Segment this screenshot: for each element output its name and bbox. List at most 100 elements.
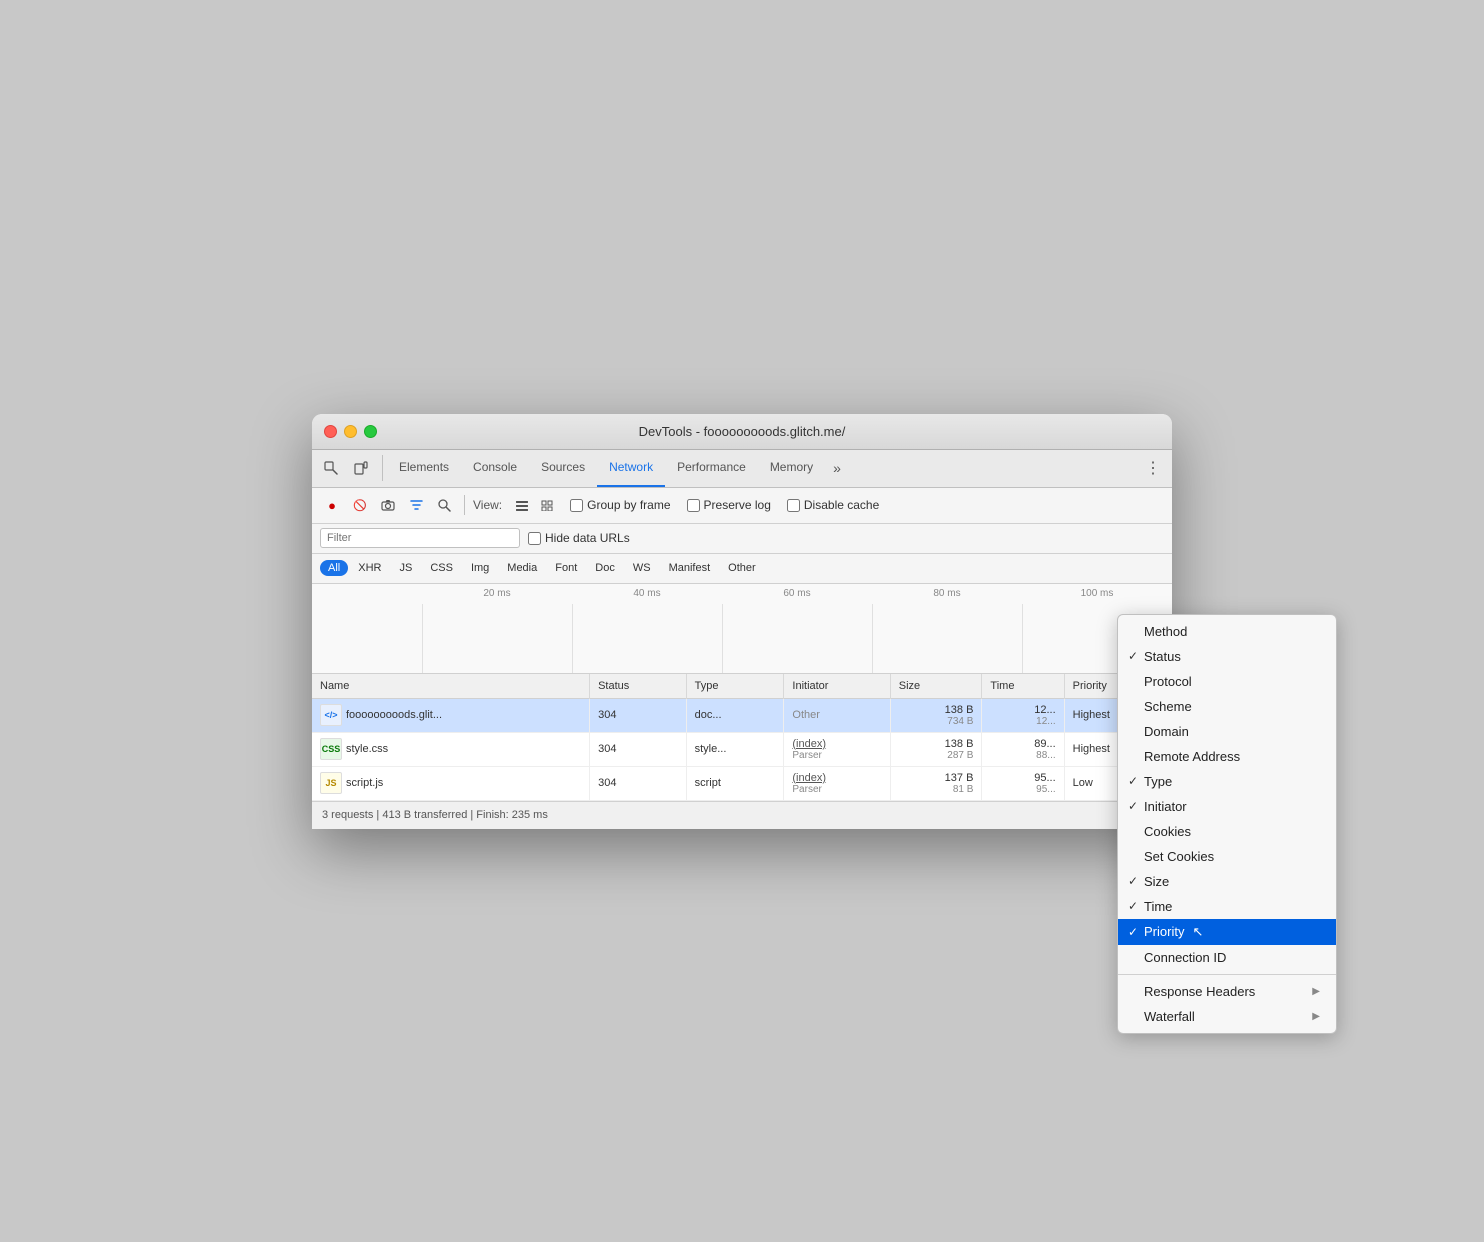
- record-button[interactable]: ●: [320, 493, 344, 517]
- menu-item-label: Method: [1144, 624, 1187, 639]
- inspect-icon[interactable]: [318, 455, 344, 481]
- tab-bar: Elements Console Sources Network Perform…: [312, 450, 1172, 488]
- menu-item-label: Protocol: [1144, 674, 1192, 689]
- menu-item-type[interactable]: ✓Type: [1118, 769, 1336, 794]
- camera-button[interactable]: [376, 493, 400, 517]
- tab-sources[interactable]: Sources: [529, 449, 597, 487]
- gridline-0: [422, 604, 572, 673]
- table-row[interactable]: JSscript.js304script(index)Parser137 B81…: [312, 766, 1172, 800]
- context-menu: Method✓StatusProtocolSchemeDomainRemote …: [1117, 614, 1337, 1034]
- clear-button[interactable]: 🚫: [348, 493, 372, 517]
- tab-elements[interactable]: Elements: [387, 449, 461, 487]
- type-filter-manifest[interactable]: Manifest: [661, 560, 719, 576]
- time-line1: 95...: [1034, 772, 1055, 784]
- time-line2: 12...: [1036, 716, 1055, 727]
- group-by-frame-option[interactable]: Group by frame: [570, 498, 670, 512]
- cursor-icon: ↖: [1192, 924, 1203, 940]
- col-size[interactable]: Size: [890, 674, 982, 699]
- type-filter-media[interactable]: Media: [499, 560, 545, 576]
- row-name-text: script.js: [346, 777, 383, 789]
- tab-memory[interactable]: Memory: [758, 449, 825, 487]
- menu-item-check: ✓: [1128, 899, 1144, 913]
- size-line2: 734 B: [947, 716, 973, 727]
- menu-item-priority[interactable]: ✓Priority↖: [1118, 919, 1336, 945]
- tab-console[interactable]: Console: [461, 449, 529, 487]
- row-name-text: style.css: [346, 743, 388, 755]
- menu-item-label: Connection ID: [1144, 950, 1226, 965]
- gridline-3: [872, 604, 1022, 673]
- tab-overflow[interactable]: »: [825, 460, 849, 476]
- devtools-window: DevTools - fooooooooods.glitch.me/ Eleme…: [312, 414, 1172, 829]
- type-filter-doc[interactable]: Doc: [587, 560, 623, 576]
- submenu-arrow-icon: ▶: [1312, 1011, 1320, 1022]
- type-filter-js[interactable]: JS: [391, 560, 420, 576]
- view-label: View:: [473, 498, 502, 512]
- type-filter-ws[interactable]: WS: [625, 560, 659, 576]
- menu-item-remote-address[interactable]: Remote Address: [1118, 744, 1336, 769]
- type-filter-other[interactable]: Other: [720, 560, 764, 576]
- preserve-log-checkbox[interactable]: [687, 499, 700, 512]
- timeline-bar: 20 ms 40 ms 60 ms 80 ms 100 ms: [312, 584, 1172, 674]
- disable-cache-checkbox[interactable]: [787, 499, 800, 512]
- type-filter-font[interactable]: Font: [547, 560, 585, 576]
- filter-input[interactable]: [320, 528, 520, 548]
- menu-item-label: Domain: [1144, 724, 1189, 739]
- menu-item-protocol[interactable]: Protocol: [1118, 669, 1336, 694]
- type-filter-img[interactable]: Img: [463, 560, 497, 576]
- hide-data-urls-checkbox[interactable]: [528, 532, 541, 545]
- detail-view-button[interactable]: [536, 493, 560, 517]
- time-line2: 88...: [1036, 750, 1055, 761]
- type-filter-css[interactable]: CSS: [422, 560, 461, 576]
- type-filter-xhr[interactable]: XHR: [350, 560, 389, 576]
- menu-item-time[interactable]: ✓Time: [1118, 894, 1336, 919]
- timeline-marker-1: 40 ms: [572, 588, 722, 599]
- network-table: Name Status Type Initiator Size Time Pri…: [312, 674, 1172, 801]
- menu-item-waterfall[interactable]: Waterfall▶: [1118, 1004, 1336, 1029]
- window-title: DevTools - fooooooooods.glitch.me/: [639, 424, 846, 439]
- timeline-marker-4: 100 ms: [1022, 588, 1172, 599]
- col-initiator[interactable]: Initiator: [784, 674, 890, 699]
- hide-data-urls-option[interactable]: Hide data URLs: [528, 531, 630, 545]
- preserve-log-option[interactable]: Preserve log: [687, 498, 771, 512]
- status-text: 3 requests | 413 B transferred | Finish:…: [322, 809, 548, 821]
- menu-item-method[interactable]: Method: [1118, 619, 1336, 644]
- cell-status: 304: [590, 766, 687, 800]
- minimize-button[interactable]: [344, 425, 357, 438]
- col-type[interactable]: Type: [686, 674, 784, 699]
- device-icon[interactable]: [348, 455, 374, 481]
- list-view-button[interactable]: [510, 493, 534, 517]
- initiator-link[interactable]: (index): [792, 738, 826, 750]
- cell-type: style...: [686, 732, 784, 766]
- menu-item-label: Status: [1144, 649, 1181, 664]
- menu-item-cookies[interactable]: Cookies: [1118, 819, 1336, 844]
- col-status[interactable]: Status: [590, 674, 687, 699]
- col-name[interactable]: Name: [312, 674, 590, 699]
- menu-item-connection-id[interactable]: Connection ID: [1118, 945, 1336, 970]
- menu-item-set-cookies[interactable]: Set Cookies: [1118, 844, 1336, 869]
- menu-item-size[interactable]: ✓Size: [1118, 869, 1336, 894]
- tab-more-icon[interactable]: ⋮: [1140, 455, 1166, 481]
- menu-item-initiator[interactable]: ✓Initiator: [1118, 794, 1336, 819]
- close-button[interactable]: [324, 425, 337, 438]
- menu-item-domain[interactable]: Domain: [1118, 719, 1336, 744]
- disable-cache-option[interactable]: Disable cache: [787, 498, 879, 512]
- menu-item-check: ✓: [1128, 799, 1144, 813]
- initiator-link[interactable]: (index): [792, 772, 826, 784]
- timeline-gridlines: [422, 604, 1172, 673]
- tab-performance[interactable]: Performance: [665, 449, 758, 487]
- maximize-button[interactable]: [364, 425, 377, 438]
- menu-item-scheme[interactable]: Scheme: [1118, 694, 1336, 719]
- size-line2: 81 B: [953, 784, 974, 795]
- menu-item-status[interactable]: ✓Status: [1118, 644, 1336, 669]
- type-filter-all[interactable]: All: [320, 560, 348, 576]
- menu-item-response-headers[interactable]: Response Headers▶: [1118, 979, 1336, 1004]
- filter-button[interactable]: [404, 493, 428, 517]
- tab-network[interactable]: Network: [597, 449, 665, 487]
- table-row[interactable]: CSSstyle.css304style...(index)Parser138 …: [312, 732, 1172, 766]
- menu-item-label: Scheme: [1144, 699, 1192, 714]
- group-by-frame-checkbox[interactable]: [570, 499, 583, 512]
- search-button[interactable]: [432, 493, 456, 517]
- table-row[interactable]: </>fooooooooods.glit...304doc...Other138…: [312, 698, 1172, 732]
- cell-name: CSSstyle.css: [312, 732, 590, 766]
- col-time[interactable]: Time: [982, 674, 1064, 699]
